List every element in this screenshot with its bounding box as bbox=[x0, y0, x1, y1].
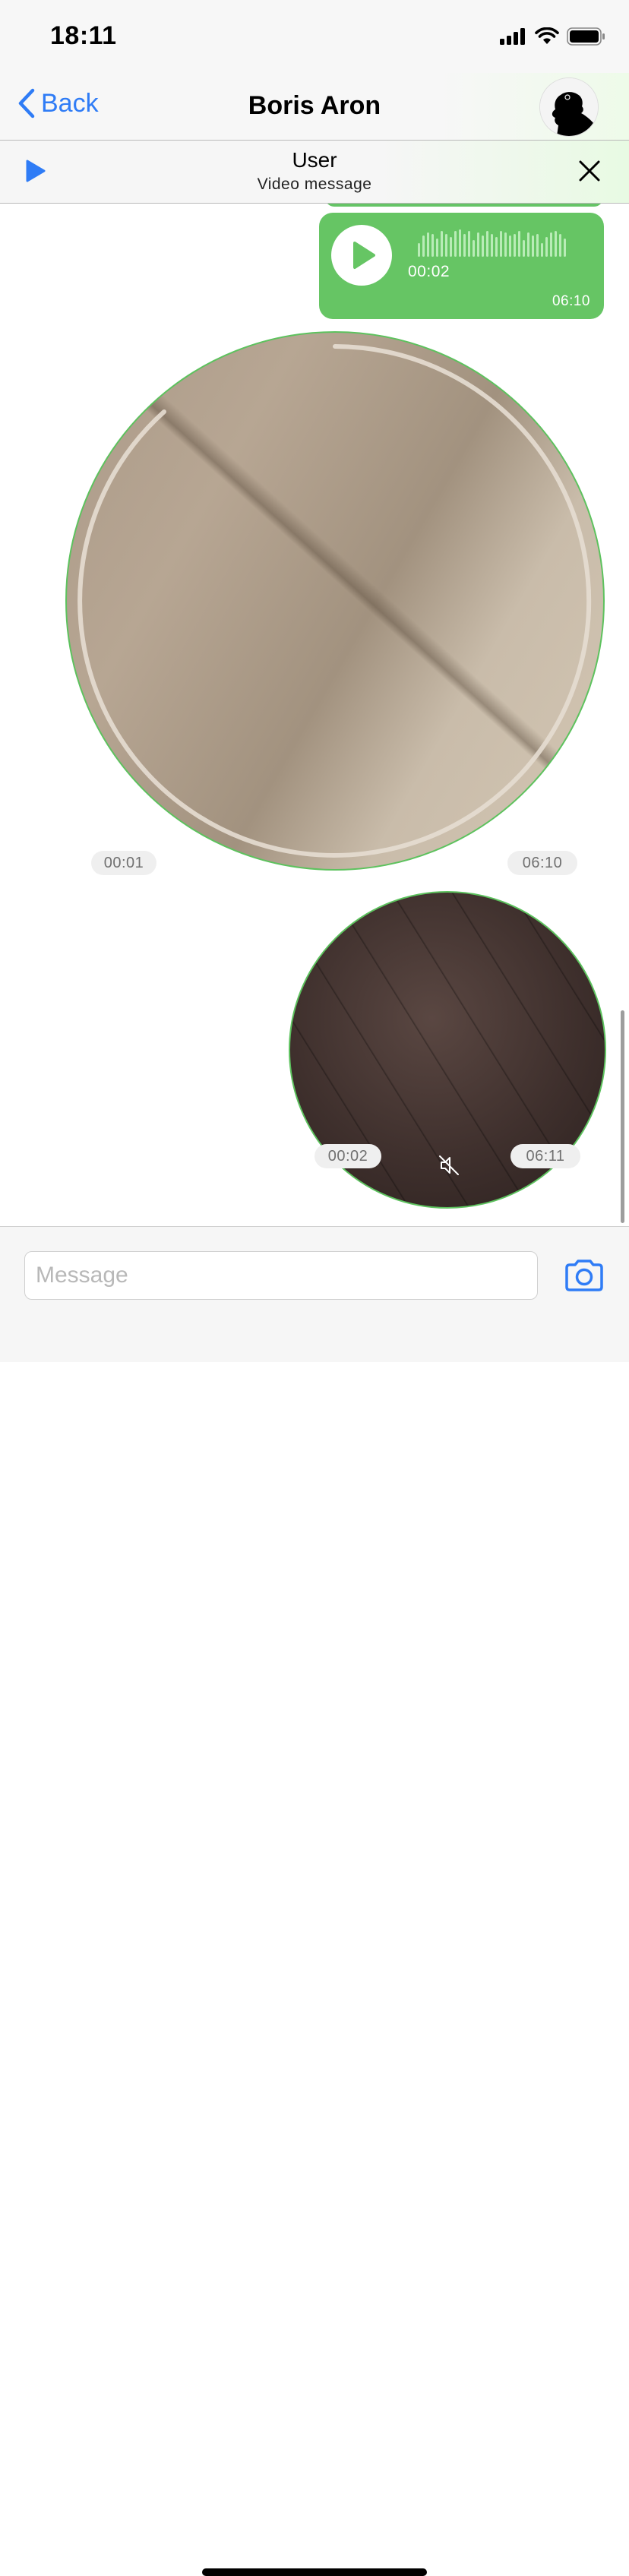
waveform-bar bbox=[468, 231, 470, 257]
waveform-bar bbox=[514, 234, 516, 257]
play-icon bbox=[353, 242, 375, 269]
video-timestamp-pill: 06:11 bbox=[510, 1144, 580, 1168]
waveform-bar bbox=[523, 240, 525, 257]
camera-icon bbox=[565, 1260, 603, 1291]
waveform-bar bbox=[545, 237, 548, 257]
message-input[interactable] bbox=[24, 1251, 538, 1300]
player-title: User bbox=[292, 148, 337, 172]
now-playing-bar: User Video message bbox=[0, 141, 629, 204]
voice-message-bubble[interactable]: 00:02 06:10 bbox=[319, 213, 604, 319]
speaker-muted-icon bbox=[439, 1155, 459, 1175]
waveform-bar bbox=[541, 243, 543, 257]
status-icons bbox=[500, 27, 606, 46]
home-indicator bbox=[202, 2568, 427, 2576]
waveform-bar bbox=[559, 234, 561, 257]
waveform-bar bbox=[564, 239, 566, 257]
waveform-bar bbox=[495, 237, 498, 257]
waveform-bar bbox=[550, 232, 552, 257]
player-close-button[interactable] bbox=[577, 159, 602, 187]
waveform-bar bbox=[454, 231, 457, 257]
status-time: 18:11 bbox=[50, 21, 117, 50]
waveform-bar bbox=[445, 234, 447, 257]
video-duration-pill: 00:02 bbox=[314, 1144, 381, 1168]
scroll-indicator[interactable] bbox=[621, 1010, 624, 1223]
waveform-bar bbox=[431, 234, 434, 257]
waveform-bar bbox=[482, 235, 484, 257]
status-bar: 18:11 bbox=[0, 0, 629, 73]
waveform-bar bbox=[463, 234, 466, 257]
waveform-bar bbox=[491, 234, 493, 257]
waveform-bar bbox=[486, 231, 488, 257]
avatar[interactable] bbox=[539, 77, 599, 137]
previous-message-bubble[interactable] bbox=[325, 204, 603, 207]
video-duration-pill: 00:01 bbox=[91, 851, 156, 875]
message-list[interactable]: 00:02 06:10 00:01 06:10 00:02 06:11 bbox=[0, 204, 629, 1225]
waveform-bar bbox=[555, 231, 557, 257]
waveform-bar bbox=[450, 237, 452, 257]
close-icon bbox=[579, 160, 600, 182]
playback-progress-ring bbox=[77, 344, 592, 858]
profile-silhouette-icon bbox=[540, 78, 598, 136]
battery-icon bbox=[567, 27, 605, 46]
voice-play-button[interactable] bbox=[331, 225, 392, 286]
video-timestamp-pill: 06:10 bbox=[507, 851, 577, 875]
cellular-signal-icon bbox=[500, 28, 525, 45]
navigation-bar: Back Boris Aron bbox=[0, 73, 629, 141]
waveform-bar bbox=[500, 231, 502, 257]
waveform-bar bbox=[509, 235, 511, 257]
waveform-bar bbox=[518, 231, 520, 257]
waveform-bar bbox=[422, 235, 425, 257]
voice-duration: 00:02 bbox=[408, 263, 450, 280]
message-composer bbox=[0, 1226, 629, 2576]
waveform-bar bbox=[459, 229, 461, 257]
waveform-bar bbox=[504, 232, 507, 257]
waveform-bar bbox=[473, 240, 475, 257]
waveform-bar bbox=[527, 232, 529, 257]
voice-waveform[interactable] bbox=[418, 229, 589, 257]
camera-button[interactable] bbox=[564, 1259, 605, 1296]
waveform-bar bbox=[532, 235, 534, 257]
chat-title: Boris Aron bbox=[248, 91, 381, 120]
waveform-bar bbox=[418, 243, 420, 257]
waveform-bar bbox=[427, 232, 429, 257]
player-subtitle: Video message bbox=[257, 175, 372, 193]
message-timestamp: 06:10 bbox=[552, 293, 590, 309]
waveform-bar bbox=[441, 231, 443, 257]
video-message-large[interactable] bbox=[65, 331, 605, 871]
waveform-bar bbox=[477, 232, 479, 257]
waveform-bar bbox=[536, 234, 539, 257]
wifi-icon bbox=[535, 27, 559, 44]
waveform-bar bbox=[436, 239, 438, 257]
